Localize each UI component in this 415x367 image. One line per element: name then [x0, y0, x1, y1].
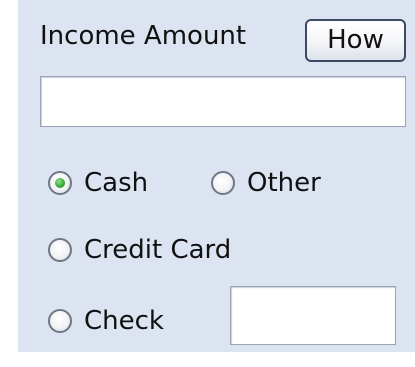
radio-check-label: Check — [84, 306, 164, 336]
income-amount-label: Income Amount — [40, 21, 247, 51]
radio-check[interactable] — [48, 309, 72, 333]
radio-other-label: Other — [247, 168, 321, 198]
check-number-input[interactable] — [230, 286, 396, 345]
radio-other[interactable] — [211, 171, 235, 195]
income-amount-input[interactable] — [40, 76, 406, 127]
radio-cash-label: Cash — [84, 168, 149, 198]
radio-cash[interactable] — [48, 171, 72, 195]
radio-credit-card[interactable] — [48, 238, 72, 262]
radio-credit-card-label: Credit Card — [84, 235, 232, 265]
income-form-panel: Income Amount How Cash Other Credit Card… — [18, 0, 415, 352]
how-button[interactable]: How — [305, 19, 406, 62]
radio-selected-dot — [55, 178, 65, 188]
